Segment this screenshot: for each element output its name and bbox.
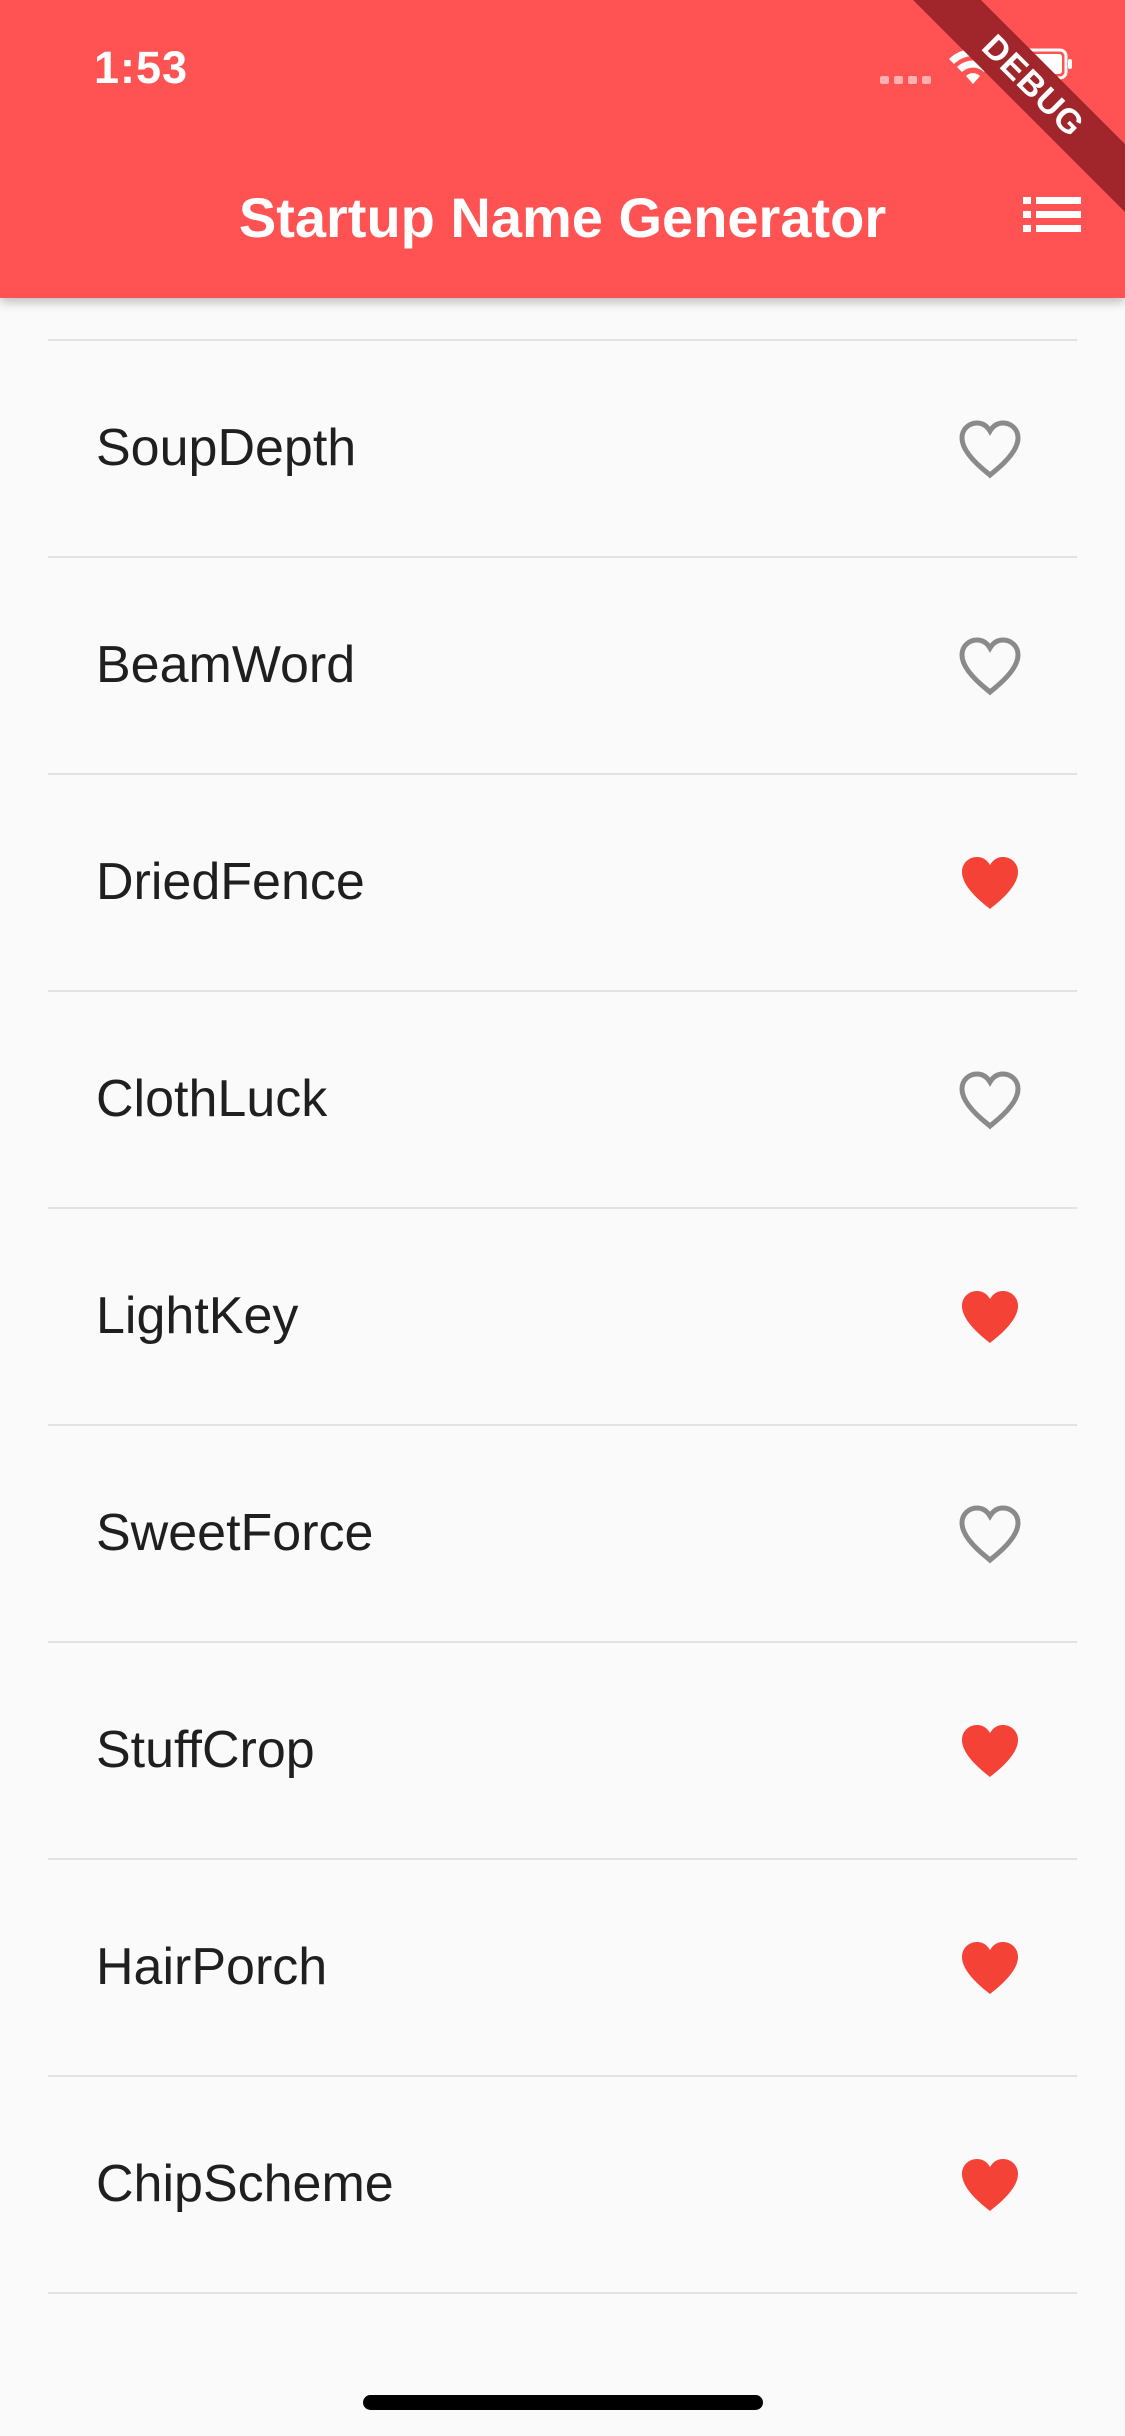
name-list[interactable]: GroundRideSoupDepthBeamWordDriedFenceClo… (0, 124, 1125, 2294)
list-item[interactable]: SweetForce (48, 1426, 1077, 1643)
list-item-label: StuffCrop (96, 1721, 315, 1779)
heart-outline-icon[interactable] (958, 419, 1022, 479)
list-item-label: SweetForce (96, 1504, 374, 1562)
app-bar: 1:53 Startup Name Generator DEBUG (0, 0, 1125, 298)
list-item[interactable]: ChipScheme (48, 2077, 1077, 2294)
list-item-label: BeamWord (96, 636, 356, 694)
list-icon (1023, 197, 1081, 232)
heart-outline-icon[interactable] (958, 1504, 1022, 1564)
list-item-label: HairPorch (96, 1938, 328, 1996)
heart-outline-icon[interactable] (958, 636, 1022, 696)
list-item[interactable]: HairPorch (48, 1860, 1077, 2077)
list-item-label: ClothLuck (96, 1070, 328, 1128)
heart-filled-icon[interactable] (958, 2155, 1022, 2215)
heart-filled-icon[interactable] (958, 853, 1022, 913)
signal-icon (880, 76, 934, 84)
list-item[interactable]: LightKey (48, 1209, 1077, 1426)
list-item[interactable]: DriedFence (48, 775, 1077, 992)
saved-list-button[interactable] (1010, 190, 1094, 240)
heart-filled-icon[interactable] (958, 1938, 1022, 1998)
heart-outline-icon[interactable] (958, 1070, 1022, 1130)
list-item[interactable]: ClothLuck (48, 992, 1077, 1209)
app-title: Startup Name Generator (238, 186, 887, 249)
home-indicator[interactable] (363, 2395, 763, 2410)
heart-filled-icon[interactable] (958, 1721, 1022, 1781)
heart-filled-icon[interactable] (958, 1287, 1022, 1347)
list-item-label: SoupDepth (96, 419, 357, 477)
list-item[interactable]: BeamWord (48, 558, 1077, 775)
list-item-label: DriedFence (96, 853, 365, 911)
list-item[interactable]: StuffCrop (48, 1643, 1077, 1860)
list-item-label: LightKey (96, 1287, 299, 1345)
list-item[interactable]: SoupDepth (48, 341, 1077, 558)
status-time: 1:53 (94, 42, 189, 93)
list-item-label: ChipScheme (96, 2155, 394, 2213)
